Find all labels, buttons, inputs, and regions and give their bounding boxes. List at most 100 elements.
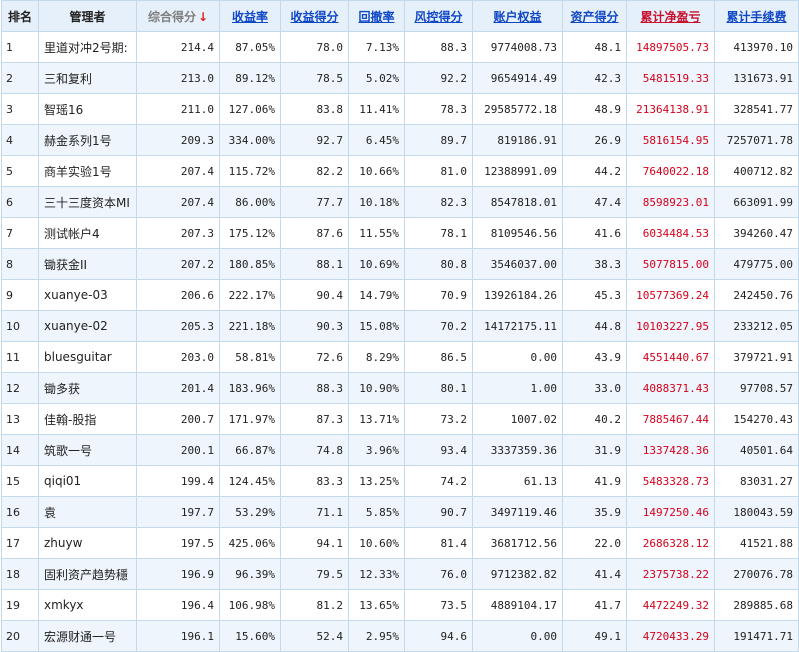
cell-drawdown: 13.71% — [348, 403, 405, 435]
cell-return-score: 83.3 — [280, 465, 349, 497]
cell-drawdown: 5.02% — [348, 62, 405, 94]
cell-return-score: 83.8 — [280, 93, 349, 125]
cell-risk-score: 73.2 — [404, 403, 473, 435]
cell-equity: 9654914.49 — [472, 62, 563, 94]
cell-net-profit: 14897505.73 — [626, 31, 715, 63]
cell-fees: 7257071.78 — [714, 124, 799, 156]
cell-manager[interactable]: xmkyx — [38, 589, 137, 621]
cell-equity: 9774008.73 — [472, 31, 563, 63]
table-row: 19 xmkyx 196.4 106.98% 81.2 13.65% 73.5 4889104… — [1, 589, 799, 621]
cell-composite-score: 197.7 — [136, 496, 220, 528]
cell-return-score: 90.4 — [280, 279, 349, 311]
cell-net-profit: 4720433.29 — [626, 620, 715, 652]
table-row: 3 智瑶16 211.0 127.06% 83.8 11.41% 78.3 29585772.… — [1, 93, 799, 125]
cell-manager[interactable]: 测试帐户4 — [38, 217, 137, 249]
cell-net-profit: 10103227.95 — [626, 310, 715, 342]
header-return-rate[interactable]: 收益率 — [219, 0, 281, 32]
cell-asset-score: 47.4 — [562, 186, 627, 218]
table-row: 20 宏源财通一号 196.1 15.60% 52.4 2.95% 94.6 0.00 49.1… — [1, 620, 799, 652]
cell-manager[interactable]: xuanye-02 — [38, 310, 137, 342]
cell-equity: 1007.02 — [472, 403, 563, 435]
cell-risk-score: 73.5 — [404, 589, 473, 621]
cell-composite-score: 206.6 — [136, 279, 220, 311]
cell-rank: 1 — [1, 31, 39, 63]
cell-asset-score: 22.0 — [562, 527, 627, 559]
cell-manager[interactable]: 商羊实验1号 — [38, 155, 137, 187]
table-row: 12 锄多获 201.4 183.96% 88.3 10.90% 80.1 1.00 33.0 4… — [1, 372, 799, 404]
cell-drawdown: 11.55% — [348, 217, 405, 249]
header-fees[interactable]: 累计手续费 — [714, 0, 799, 32]
cell-asset-score: 40.2 — [562, 403, 627, 435]
cell-fees: 289885.68 — [714, 589, 799, 621]
cell-composite-score: 197.5 — [136, 527, 220, 559]
cell-drawdown: 13.25% — [348, 465, 405, 497]
header-return-score[interactable]: 收益得分 — [280, 0, 349, 32]
cell-asset-score: 43.9 — [562, 341, 627, 373]
cell-return-score: 81.2 — [280, 589, 349, 621]
cell-rank: 3 — [1, 93, 39, 125]
header-manager: 管理者 — [38, 0, 137, 32]
cell-rank: 10 — [1, 310, 39, 342]
cell-manager[interactable]: 固利资产趋势穩 — [38, 558, 137, 590]
cell-manager[interactable]: bluesguitar — [38, 341, 137, 373]
header-composite-score[interactable]: 综合得分 ↓ — [136, 0, 220, 32]
cell-risk-score: 70.9 — [404, 279, 473, 311]
cell-manager[interactable]: 智瑶16 — [38, 93, 137, 125]
cell-return-score: 77.7 — [280, 186, 349, 218]
cell-rank: 13 — [1, 403, 39, 435]
table-row: 2 三和复利 213.0 89.12% 78.5 5.02% 92.2 9654914.49 4… — [1, 62, 799, 94]
cell-rank: 15 — [1, 465, 39, 497]
cell-asset-score: 26.9 — [562, 124, 627, 156]
cell-manager[interactable]: 锄获金II — [38, 248, 137, 280]
table-header-row: 排名 管理者 综合得分 ↓ 收益率 收益得分 回撤率 风控得分 账户权益 资产得分… — [1, 0, 799, 32]
cell-manager[interactable]: qiqi01 — [38, 465, 137, 497]
cell-risk-score: 90.7 — [404, 496, 473, 528]
cell-net-profit: 1497250.46 — [626, 496, 715, 528]
cell-drawdown: 13.65% — [348, 589, 405, 621]
cell-manager[interactable]: zhuyw — [38, 527, 137, 559]
cell-rank: 19 — [1, 589, 39, 621]
cell-fees: 83031.27 — [714, 465, 799, 497]
cell-manager[interactable]: 宏源财通一号 — [38, 620, 137, 652]
cell-manager[interactable]: 锄多获 — [38, 372, 137, 404]
cell-rank: 9 — [1, 279, 39, 311]
cell-fees: 400712.82 — [714, 155, 799, 187]
cell-manager[interactable]: 筑歌一号 — [38, 434, 137, 466]
cell-manager[interactable]: 赫金系列1号 — [38, 124, 137, 156]
cell-drawdown: 10.18% — [348, 186, 405, 218]
cell-equity: 8109546.56 — [472, 217, 563, 249]
cell-manager[interactable]: xuanye-03 — [38, 279, 137, 311]
cell-net-profit: 4551440.67 — [626, 341, 715, 373]
cell-net-profit: 6034484.53 — [626, 217, 715, 249]
cell-equity: 3546037.00 — [472, 248, 563, 280]
header-asset-score[interactable]: 资产得分 — [562, 0, 627, 32]
cell-manager[interactable]: 袁 — [38, 496, 137, 528]
cell-manager[interactable]: 里道对冲2号期: — [38, 31, 137, 63]
cell-return-rate: 221.18% — [219, 310, 281, 342]
cell-risk-score: 93.4 — [404, 434, 473, 466]
cell-drawdown: 3.96% — [348, 434, 405, 466]
header-net-profit[interactable]: 累计净盈亏 — [626, 0, 715, 32]
cell-rank: 18 — [1, 558, 39, 590]
cell-return-score: 90.3 — [280, 310, 349, 342]
cell-equity: 0.00 — [472, 620, 563, 652]
table-row: 10 xuanye-02 205.3 221.18% 90.3 15.08% 70.2 141… — [1, 310, 799, 342]
cell-return-rate: 89.12% — [219, 62, 281, 94]
cell-manager[interactable]: 三和复利 — [38, 62, 137, 94]
cell-return-score: 92.7 — [280, 124, 349, 156]
cell-fees: 270076.78 — [714, 558, 799, 590]
cell-composite-score: 214.4 — [136, 31, 220, 63]
sort-down-icon: ↓ — [197, 9, 209, 24]
cell-composite-score: 199.4 — [136, 465, 220, 497]
cell-manager[interactable]: 佳翰-股指 — [38, 403, 137, 435]
header-drawdown[interactable]: 回撤率 — [348, 0, 405, 32]
cell-return-rate: 15.60% — [219, 620, 281, 652]
cell-composite-score: 203.0 — [136, 341, 220, 373]
cell-drawdown: 10.90% — [348, 372, 405, 404]
header-equity[interactable]: 账户权益 — [472, 0, 563, 32]
cell-return-rate: 175.12% — [219, 217, 281, 249]
cell-manager[interactable]: 三十三度资本MI — [38, 186, 137, 218]
cell-rank: 12 — [1, 372, 39, 404]
cell-asset-score: 44.2 — [562, 155, 627, 187]
header-risk-score[interactable]: 风控得分 — [404, 0, 473, 32]
